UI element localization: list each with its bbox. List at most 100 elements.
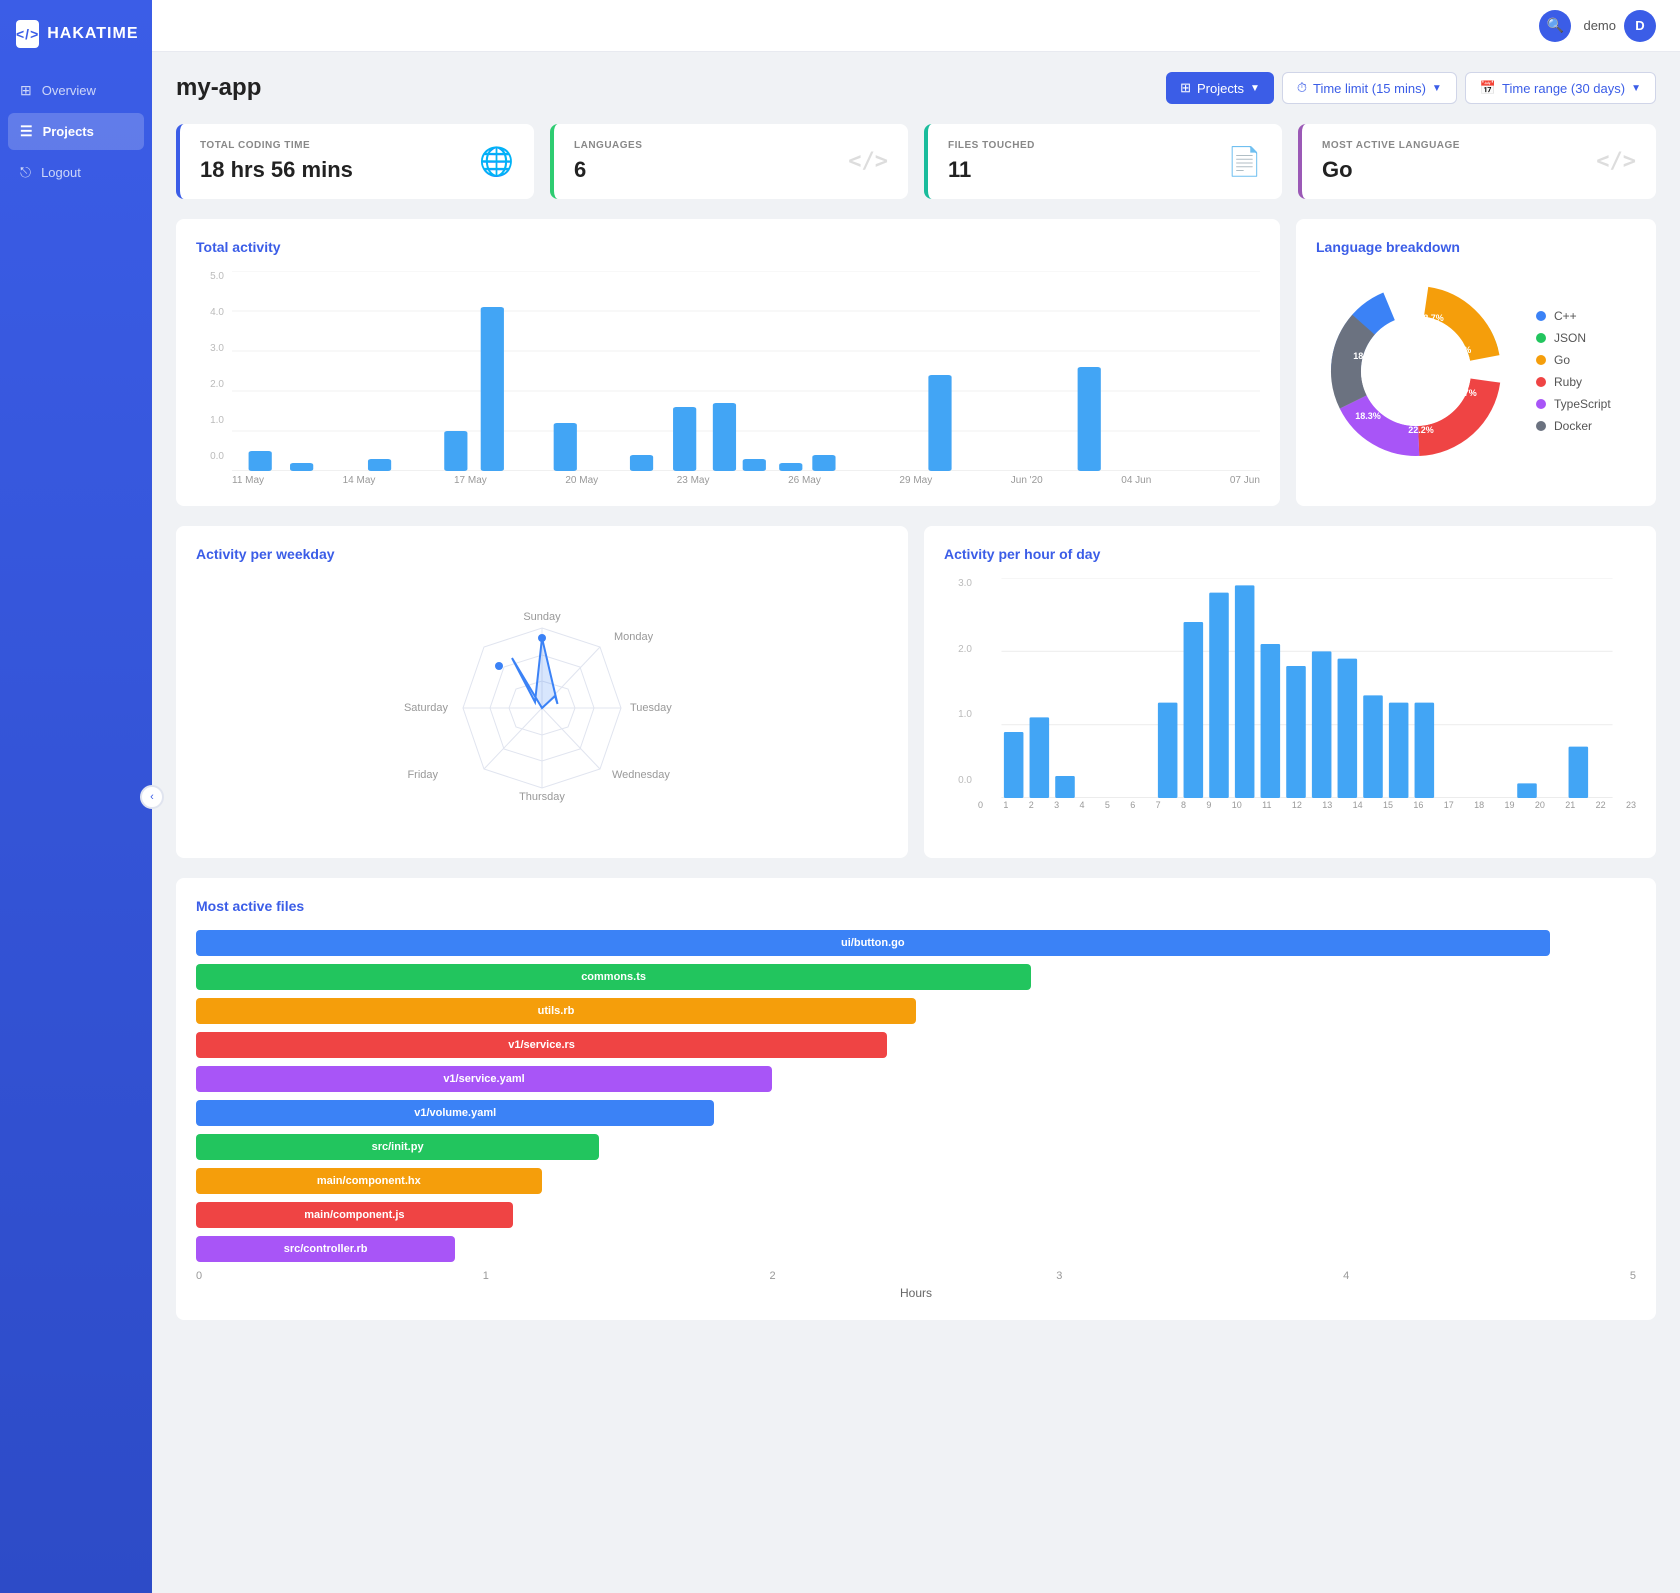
svg-text:18.8%: 18.8% (1353, 351, 1379, 361)
file-row-0: ui/button.go (196, 930, 1636, 956)
main-content: 🔍 demo D my-app ⊞ Projects ▼ ⏱ Time limi… (152, 0, 1680, 1593)
search-button[interactable]: 🔍 (1539, 10, 1571, 42)
stat-card-files: FILES TOUCHED 11 📄 (924, 124, 1282, 199)
stat-label-3: MOST ACTIVE LANGUAGE (1322, 140, 1460, 151)
sidebar: </> HAKATIME ⊞ Overview ☰ Projects ⎋ Log… (0, 0, 152, 1593)
file-row-2: utils.rb (196, 998, 1636, 1024)
stat-value-0: 18 hrs 56 mins (200, 157, 353, 183)
avatar-initial: D (1635, 18, 1644, 33)
file-bar-0: ui/button.go (196, 930, 1550, 956)
legend-json: JSON (1536, 331, 1611, 345)
time-limit-arrow: ▼ (1432, 83, 1442, 94)
legend-label-cpp: C++ (1554, 309, 1577, 323)
user-info: demo D (1583, 10, 1656, 42)
file-bar-8: main/component.js (196, 1202, 513, 1228)
file-icon: 📄 (1227, 145, 1262, 178)
hourly-bars-container: 01234567891011121314151617181920212223 (978, 578, 1636, 810)
avatar: D (1624, 10, 1656, 42)
file-bar-2: utils.rb (196, 998, 916, 1024)
stat-value-2: 11 (948, 157, 1035, 183)
time-range-arrow: ▼ (1631, 83, 1641, 94)
file-row-3: v1/service.rs (196, 1032, 1636, 1058)
hourly-activity-card: Activity per hour of day 3.02.01.00.0 (924, 526, 1656, 858)
globe-icon: 🌐 (479, 145, 514, 178)
file-row-6: src/init.py (196, 1134, 1636, 1160)
overview-icon: ⊞ (20, 82, 32, 99)
file-bar-1: commons.ts (196, 964, 1031, 990)
legend-label-docker: Docker (1554, 419, 1592, 433)
legend-dot-ts (1536, 399, 1546, 409)
sidebar-label-overview: Overview (42, 83, 96, 98)
projects-btn-icon: ⊞ (1180, 80, 1191, 96)
most-active-files-card: Most active files ui/button.go commons.t… (176, 878, 1656, 1320)
time-limit-label: Time limit (15 mins) (1313, 81, 1426, 96)
sidebar-label-projects: Projects (43, 124, 94, 139)
legend-dot-go (1536, 355, 1546, 365)
svg-text:Monday: Monday (614, 631, 654, 643)
stat-card-content-2: FILES TOUCHED 11 (948, 140, 1035, 183)
y-axis-total: 5.04.03.02.01.00.0 (196, 271, 224, 486)
files-x-axis: 012345 (196, 1270, 1636, 1282)
projects-icon: ☰ (20, 123, 33, 140)
legend-dot-ruby (1536, 377, 1546, 387)
stat-cards: TOTAL CODING TIME 18 hrs 56 mins 🌐 LANGU… (176, 124, 1656, 199)
projects-button[interactable]: ⊞ Projects ▼ (1166, 72, 1274, 104)
legend-label-ruby: Ruby (1554, 375, 1582, 389)
legend-label-go: Go (1554, 353, 1570, 367)
page-header: my-app ⊞ Projects ▼ ⏱ Time limit (15 min… (176, 72, 1656, 104)
total-activity-chart (232, 271, 1260, 471)
sidebar-item-projects[interactable]: ☰ Projects (8, 113, 144, 150)
x-axis-total: 11 May14 May17 May20 May23 May26 May29 M… (232, 475, 1260, 486)
sidebar-collapse-button[interactable]: ‹ (140, 785, 164, 809)
legend-cpp: C++ (1536, 309, 1611, 323)
hourly-chart-wrapper: 3.02.01.00.0 (944, 578, 1636, 810)
stat-card-content-3: MOST ACTIVE LANGUAGE Go (1322, 140, 1460, 183)
logo-icon: </> (16, 20, 39, 48)
weekday-title: Activity per weekday (196, 546, 888, 562)
file-row-7: main/component.hx (196, 1168, 1636, 1194)
legend-dot-cpp (1536, 311, 1546, 321)
svg-text:18.3%: 18.3% (1355, 411, 1381, 421)
file-row-5: v1/volume.yaml (196, 1100, 1636, 1126)
sidebar-logo: </> HAKATIME (0, 0, 152, 72)
svg-text:Thursday: Thursday (519, 791, 565, 803)
weekday-activity-card: Activity per weekday (176, 526, 908, 858)
stat-card-content-1: LANGUAGES 6 (574, 140, 642, 183)
svg-text:Saturday: Saturday (404, 702, 449, 714)
hourly-title: Activity per hour of day (944, 546, 1636, 562)
svg-text:4.2%: 4.2% (1451, 345, 1472, 355)
stat-label-2: FILES TOUCHED (948, 140, 1035, 151)
files-title: Most active files (196, 898, 1636, 914)
svg-text:19.7%: 19.7% (1451, 388, 1477, 398)
file-row-1: commons.ts (196, 964, 1636, 990)
projects-btn-label: Projects (1197, 81, 1244, 96)
topbar: 🔍 demo D (152, 0, 1680, 52)
projects-btn-arrow: ▼ (1250, 83, 1260, 94)
time-range-button[interactable]: 📅 Time range (30 days) ▼ (1465, 72, 1656, 104)
sidebar-nav: ⊞ Overview ☰ Projects ⎋ Logout (0, 72, 152, 191)
legend-typescript: TypeScript (1536, 397, 1611, 411)
sidebar-item-logout[interactable]: ⎋ Logout (8, 154, 144, 191)
radar-chart-container: Sunday Monday Tuesday Wednesday Thursday… (196, 578, 888, 838)
stat-value-1: 6 (574, 157, 642, 183)
file-row-8: main/component.js (196, 1202, 1636, 1228)
stat-label-0: TOTAL CODING TIME (200, 140, 353, 151)
stat-label-1: LANGUAGES (574, 140, 642, 151)
page-title: my-app (176, 74, 261, 102)
sidebar-item-overview[interactable]: ⊞ Overview (8, 72, 144, 109)
code-icon-1: </> (848, 149, 888, 174)
stat-value-3: Go (1322, 157, 1460, 183)
file-bar-5: v1/volume.yaml (196, 1100, 714, 1126)
legend-label-ts: TypeScript (1554, 397, 1611, 411)
file-bar-6: src/init.py (196, 1134, 599, 1160)
stat-card-content: TOTAL CODING TIME 18 hrs 56 mins (200, 140, 353, 183)
svg-text:Tuesday: Tuesday (630, 702, 672, 714)
logout-icon: ⎋ (20, 164, 31, 181)
file-row-9: src/controller.rb (196, 1236, 1636, 1262)
stat-card-language: MOST ACTIVE LANGUAGE Go </> (1298, 124, 1656, 199)
legend-docker: Docker (1536, 419, 1611, 433)
time-limit-button[interactable]: ⏱ Time limit (15 mins) ▼ (1282, 72, 1457, 104)
time-range-icon: 📅 (1480, 80, 1496, 96)
radar-svg: Sunday Monday Tuesday Wednesday Thursday… (372, 578, 712, 838)
language-breakdown-title: Language breakdown (1316, 239, 1636, 255)
